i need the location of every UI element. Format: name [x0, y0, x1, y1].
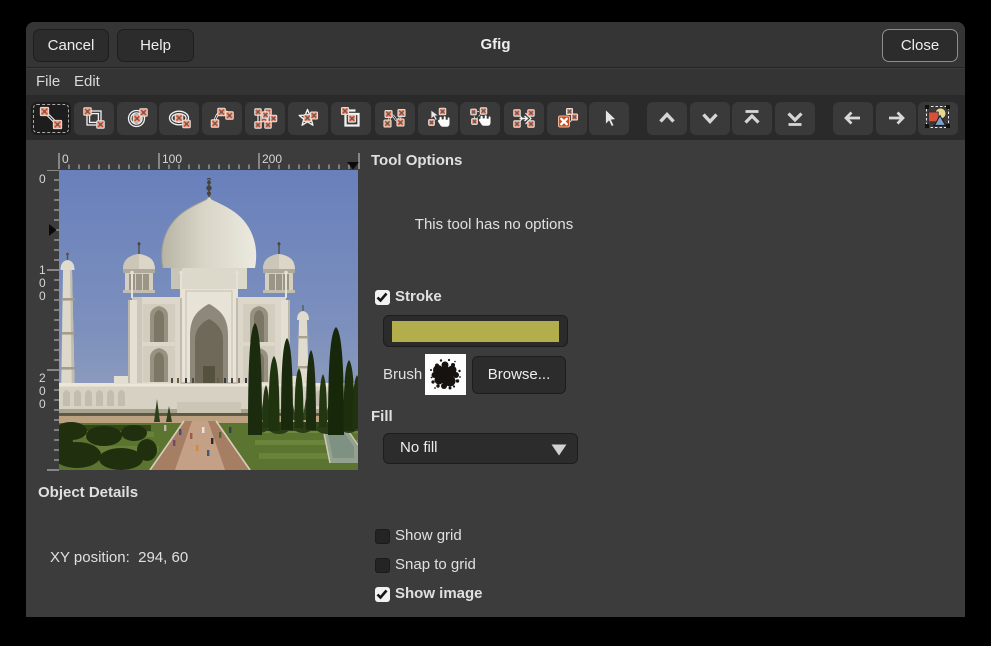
svg-text:0: 0 — [39, 289, 46, 303]
svg-text:200: 200 — [262, 152, 282, 166]
svg-text:2: 2 — [39, 371, 46, 385]
svg-text:0: 0 — [39, 172, 46, 186]
svg-text:1: 1 — [39, 263, 46, 277]
svg-text:0: 0 — [62, 152, 69, 166]
svg-text:100: 100 — [162, 152, 182, 166]
svg-text:0: 0 — [39, 384, 46, 398]
svg-text:0: 0 — [39, 276, 46, 290]
svg-text:0: 0 — [39, 397, 46, 411]
